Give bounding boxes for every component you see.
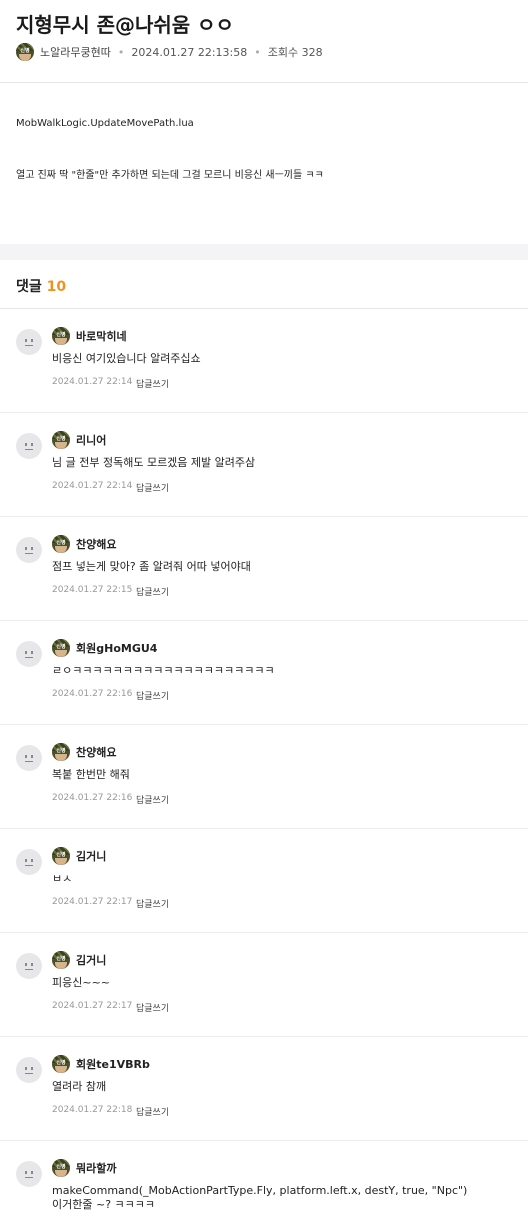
comment-date: 2024.01.27 22:18 xyxy=(52,1105,133,1115)
comment-nickname[interactable]: 찬양해요 xyxy=(76,536,116,552)
comment-text: 점프 넣는게 맞아? 좀 알려줘 어따 넣어야대 xyxy=(52,560,251,573)
comment-text: 피응신~~~ xyxy=(52,976,111,989)
rank-badge-label: 신병 xyxy=(56,956,66,962)
comment-item: 신병 회원te1VBRb 열려라 참깨 2024.01.27 22:18 답글쓰기 xyxy=(0,1037,528,1141)
post-views: 조회수 328 xyxy=(267,46,323,59)
post-author[interactable]: 노알라무쿵현따 xyxy=(40,44,111,60)
comment-item: 신병 리니어님 글 전부 정독해도 모르겠음 제발 알려주삼 2024.01.27 … xyxy=(0,413,528,517)
avatar-icon[interactable] xyxy=(16,641,42,667)
comment-text: 님 글 전부 정독해도 모르겠음 제발 알려주삼 xyxy=(52,456,256,469)
avatar-icon[interactable] xyxy=(16,433,42,459)
comment-text: 비응신 여기있습니다 알려주십쇼 xyxy=(52,352,201,365)
comment-date: 2024.01.27 22:14 xyxy=(52,377,133,387)
rank-badge-icon: 신병 xyxy=(52,1159,70,1177)
rank-badge-label: 신병 xyxy=(56,436,66,442)
comment-text-line: makeCommand(_MobActionPartType.Fly, plat… xyxy=(52,1184,468,1197)
avatar-icon[interactable] xyxy=(16,329,42,355)
comment-nickname[interactable]: 회원te1VBRb xyxy=(76,1056,150,1072)
reply-button[interactable]: 답글쓰기 xyxy=(136,377,169,390)
comment-nickname[interactable]: 리니어 xyxy=(76,432,106,448)
comment-date: 2024.01.27 22:16 xyxy=(52,793,133,803)
comment-text: makeCommand(_MobActionPartType.Fly, plat… xyxy=(52,1184,467,1212)
avatar-icon[interactable] xyxy=(16,745,42,771)
rank-badge-icon: 신병 xyxy=(52,951,70,969)
comment-item: 신병 바로막히네비응신 여기있습니다 알려주십쇼 2024.01.27 22:14 답… xyxy=(0,309,528,413)
comment-nickname[interactable]: 회원gHoMGU4 xyxy=(76,640,157,656)
comment-date: 2024.01.27 22:17 xyxy=(52,897,133,907)
comments-title: 댓글 10 xyxy=(16,276,66,296)
rank-badge-label: 신병 xyxy=(56,1060,66,1066)
rank-badge-label: 신병 xyxy=(56,540,66,546)
post-body-line: MobWalkLogic.UpdateMovePath.lua xyxy=(16,118,194,129)
rank-badge-label: 신병 xyxy=(56,852,66,858)
comment-item: 신병 뭐라할까 makeCommand(_MobActionPartType.Fly… xyxy=(0,1141,528,1227)
comments-label: 댓글 xyxy=(16,279,42,295)
rank-badge-icon: 신병 xyxy=(52,327,70,345)
comment-text-line: 이거한줄 ~? ㅋㅋㅋㅋ xyxy=(52,1198,156,1211)
comment-nickname[interactable]: 김거니 xyxy=(76,952,106,968)
avatar-icon[interactable] xyxy=(16,953,42,979)
post-meta: 신병 노알라무쿵현따 • 2024.01.27 22:13:58 • 조회수 3… xyxy=(16,42,323,62)
reply-button[interactable]: 답글쓰기 xyxy=(136,689,169,702)
avatar-icon[interactable] xyxy=(16,1057,42,1083)
rank-badge-icon: 신병 xyxy=(52,639,70,657)
comment-nickname[interactable]: 김거니 xyxy=(76,848,106,864)
section-divider xyxy=(0,244,528,260)
comment-item: 신병 찬양해요점프 넣는게 맞아? 좀 알려줘 어따 넣어야대 2024.01.27… xyxy=(0,517,528,621)
comment-nickname[interactable]: 찬양해요 xyxy=(76,744,116,760)
avatar-icon[interactable] xyxy=(16,849,42,875)
comment-date: 2024.01.27 22:14 xyxy=(52,481,133,491)
rank-badge-label: 신병 xyxy=(56,332,66,338)
reply-button[interactable]: 답글쓰기 xyxy=(136,481,169,494)
avatar-icon[interactable] xyxy=(16,537,42,563)
rank-badge-icon: 신병 xyxy=(52,847,70,865)
rank-badge-icon: 신병 xyxy=(16,43,34,61)
comment-item: 신병 김거니피응신~~~ 2024.01.27 22:17 답글쓰기 xyxy=(0,933,528,1037)
reply-button[interactable]: 답글쓰기 xyxy=(136,793,169,806)
comment-item: 신병 김거니 ㅂㅅ 2024.01.27 22:17 답글쓰기 xyxy=(0,829,528,933)
rank-badge-label: 신병 xyxy=(20,48,30,54)
avatar-icon[interactable] xyxy=(16,1161,42,1187)
comment-date: 2024.01.27 22:16 xyxy=(52,689,133,699)
comment-text: 열려라 참깨 xyxy=(52,1080,107,1093)
post-header: 지형무시 존@나쉬움 ㅇㅇ 신병 노알라무쿵현따 • 2024.01.27 22… xyxy=(0,0,528,83)
comment-nickname[interactable]: 뭐라할까 xyxy=(76,1160,116,1176)
post-title: 지형무시 존@나쉬움 ㅇㅇ xyxy=(16,13,234,37)
post-date: 2024.01.27 22:13:58 xyxy=(131,45,248,59)
comment-date: 2024.01.27 22:17 xyxy=(52,1001,133,1011)
reply-button[interactable]: 답글쓰기 xyxy=(136,1001,169,1014)
comment-nickname[interactable]: 바로막히네 xyxy=(76,328,127,344)
comment-text: ㄹㅇㅋㅋㅋㅋㅋㅋㅋㅋㅋㅋㅋㅋㅋㅋㅋㅋㅋㅋㅋㅋ xyxy=(52,664,275,677)
post-body-line: 열고 진짜 딱 "한줄"만 추가하면 되는데 그걸 모르니 비응신 새ㅡ끼들 ㅋ… xyxy=(16,170,324,181)
rank-badge-icon: 신병 xyxy=(52,1055,70,1073)
comment-item: 신병 회원gHoMGU4 ㄹㅇㅋㅋㅋㅋㅋㅋㅋㅋㅋㅋㅋㅋㅋㅋㅋㅋㅋㅋㅋㅋ 2024.01… xyxy=(0,621,528,725)
comment-text: ㅂㅅ xyxy=(52,872,73,885)
rank-badge-icon: 신병 xyxy=(52,743,70,761)
comments-header: 댓글 10 xyxy=(0,260,528,309)
comment-item: 신병 찬양해요복붙 한번만 해줘 2024.01.27 22:16 답글쓰기 xyxy=(0,725,528,829)
rank-badge-label: 신병 xyxy=(56,748,66,754)
comment-date: 2024.01.27 22:15 xyxy=(52,585,133,595)
comment-text: 복붙 한번만 해줘 xyxy=(52,768,130,781)
meta-separator: • xyxy=(254,45,261,59)
comments-count: 10 xyxy=(46,279,67,295)
rank-badge-label: 신병 xyxy=(56,1164,66,1170)
rank-badge-label: 신병 xyxy=(56,644,66,650)
reply-button[interactable]: 답글쓰기 xyxy=(136,585,169,598)
rank-badge-icon: 신병 xyxy=(52,535,70,553)
reply-button[interactable]: 답글쓰기 xyxy=(136,1105,169,1118)
rank-badge-icon: 신병 xyxy=(52,431,70,449)
meta-separator: • xyxy=(117,45,125,59)
reply-button[interactable]: 답글쓰기 xyxy=(136,897,169,910)
